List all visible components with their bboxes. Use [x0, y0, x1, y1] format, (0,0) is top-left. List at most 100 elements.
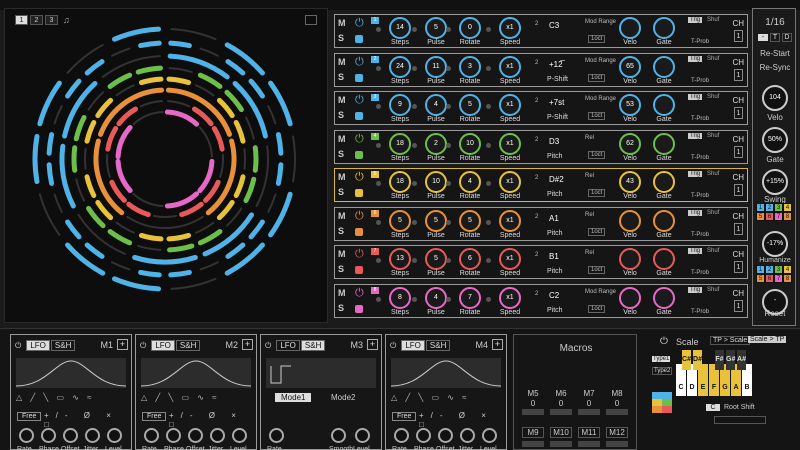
- mod-dot[interactable]: [446, 296, 451, 302]
- speed-knob[interactable]: x1: [499, 248, 521, 270]
- ring-step[interactable]: [84, 148, 87, 170]
- midi-channel-value[interactable]: 1: [734, 107, 743, 119]
- rotate-knob[interactable]: 10: [459, 132, 481, 155]
- gate-knob[interactable]: 50%: [762, 127, 788, 153]
- tp-scale-button[interactable]: TP > Scale: [710, 336, 751, 345]
- ring-step[interactable]: [168, 40, 192, 49]
- steps-knob[interactable]: 14: [389, 17, 411, 39]
- sh-tab[interactable]: S&H: [425, 340, 451, 351]
- ring-step[interactable]: [132, 254, 198, 265]
- pulse-knob[interactable]: 5: [425, 248, 447, 270]
- dice-icon[interactable]: [355, 227, 363, 236]
- modulator-knob[interactable]: [188, 428, 203, 443]
- modulator-options[interactable]: +/- Ø × □: [419, 411, 506, 429]
- mod-dot[interactable]: [412, 142, 417, 148]
- power-icon[interactable]: ⏻: [390, 341, 396, 350]
- speed-knob[interactable]: x1: [499, 132, 521, 155]
- mod-dot[interactable]: [446, 219, 451, 225]
- waveshape-selector[interactable]: △ ╱ ╲ ▭ ∿ ≈: [141, 393, 220, 402]
- mod-dot[interactable]: [486, 65, 491, 71]
- ring-step[interactable]: [84, 120, 97, 144]
- mod-dot[interactable]: [412, 27, 417, 32]
- ring-step[interactable]: [195, 221, 215, 234]
- track-toggle[interactable]: 3: [774, 203, 783, 212]
- ring-step[interactable]: [152, 214, 178, 218]
- ring-step[interactable]: [170, 277, 217, 290]
- ring-step[interactable]: [126, 215, 204, 229]
- modulator-knob[interactable]: [438, 428, 453, 443]
- ring-step[interactable]: [112, 26, 162, 42]
- pitch-value[interactable]: C2: [549, 291, 559, 300]
- velo-knob[interactable]: [619, 286, 641, 309]
- mod-dot[interactable]: [412, 296, 417, 302]
- ring-step[interactable]: [132, 111, 164, 126]
- track-toggle[interactable]: 3: [774, 265, 783, 274]
- ring-step[interactable]: [115, 221, 135, 234]
- macro-value[interactable]: 0: [550, 399, 572, 408]
- ring-step[interactable]: [46, 132, 55, 156]
- ring-step[interactable]: [71, 145, 78, 173]
- length-value[interactable]: 2: [535, 252, 538, 258]
- pitch-value[interactable]: C3: [549, 21, 559, 30]
- black-key[interactable]: A#: [737, 350, 746, 370]
- mute-button[interactable]: M: [338, 95, 346, 105]
- dice-icon[interactable]: [355, 266, 363, 274]
- ring-step[interactable]: [197, 72, 223, 89]
- ring-step[interactable]: [267, 193, 277, 213]
- ring-step[interactable]: [170, 28, 217, 41]
- mod-dot[interactable]: [376, 181, 381, 186]
- modulator-knob[interactable]: [394, 428, 409, 443]
- ring-step[interactable]: [243, 148, 246, 170]
- ring-step[interactable]: [138, 232, 164, 242]
- add-icon[interactable]: +: [117, 339, 128, 350]
- rotate-knob[interactable]: 6: [459, 248, 481, 270]
- mod-dot[interactable]: [376, 219, 381, 225]
- ring-step[interactable]: [53, 193, 63, 213]
- steps-knob[interactable]: 18: [389, 132, 411, 155]
- ring-step[interactable]: [216, 97, 235, 119]
- speed-knob[interactable]: x1: [499, 171, 521, 193]
- midi-channel-value[interactable]: 1: [734, 184, 743, 196]
- black-key[interactable]: C#: [682, 350, 691, 370]
- dice-icon[interactable]: [355, 35, 363, 43]
- mod-dot[interactable]: [446, 258, 451, 263]
- ring-step[interactable]: [252, 145, 259, 173]
- modulator-knob[interactable]: [331, 428, 346, 443]
- modulator-knob[interactable]: [355, 428, 370, 443]
- ring-step[interactable]: [75, 178, 86, 202]
- macro-slider[interactable]: [550, 441, 572, 447]
- modulator-knob[interactable]: [63, 428, 78, 443]
- waveshape-selector[interactable]: △ ╱ ╲ ▭ ∿ ≈: [391, 393, 470, 402]
- trig-button[interactable]: Trig: [688, 286, 703, 293]
- mod-dot[interactable]: [486, 142, 491, 148]
- ring-step[interactable]: [243, 176, 257, 204]
- octave-value[interactable]: 1oct: [588, 304, 606, 313]
- trig-button[interactable]: Trig: [688, 248, 703, 254]
- speed-knob[interactable]: x1: [499, 55, 521, 78]
- macro-slider[interactable]: [550, 409, 572, 415]
- ring-step[interactable]: [197, 158, 215, 194]
- sh-tab[interactable]: S&H: [50, 340, 76, 351]
- trig-button[interactable]: Trig: [688, 17, 703, 23]
- length-value[interactable]: 2: [535, 137, 538, 143]
- ring-step[interactable]: [84, 59, 105, 76]
- modulator-knob[interactable]: [19, 428, 34, 443]
- ring-step[interactable]: [137, 244, 162, 251]
- pulse-knob[interactable]: 2: [425, 132, 447, 155]
- macro-slider[interactable]: [578, 409, 600, 415]
- pitch-value[interactable]: D#2: [549, 175, 564, 184]
- octave-value[interactable]: 1oct: [588, 266, 606, 274]
- ring-step[interactable]: [115, 124, 133, 160]
- ring-step[interactable]: [219, 153, 224, 178]
- mute-button[interactable]: M: [338, 288, 346, 298]
- length-value[interactable]: 2: [535, 175, 538, 181]
- macro-slider[interactable]: [606, 409, 628, 415]
- ring-step[interactable]: [138, 269, 162, 278]
- waveshape-selector[interactable]: △ ╱ ╲ ▭ ∿ ≈: [16, 393, 95, 402]
- ring-step[interactable]: [139, 100, 164, 108]
- add-icon[interactable]: +: [492, 339, 503, 350]
- solo-button[interactable]: S: [338, 303, 344, 313]
- steps-knob[interactable]: 8: [389, 286, 411, 309]
- trig-button[interactable]: Trig: [688, 132, 703, 139]
- mod-dot[interactable]: [486, 181, 491, 186]
